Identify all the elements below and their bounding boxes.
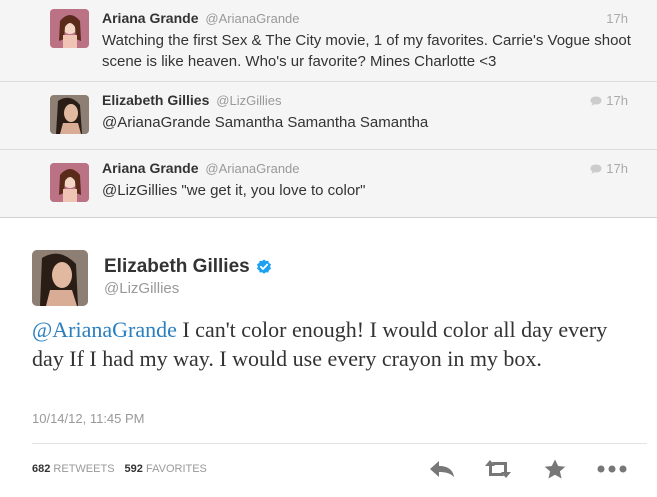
reply-tweet[interactable]: Ariana Grande @ArianaGrande 17h @LizGill…	[0, 150, 657, 218]
tweet-stats: 682 RETWEETS 592 FAVORITES	[32, 463, 207, 475]
author-handle[interactable]: @ArianaGrande	[205, 161, 299, 176]
retweets-label: RETWEETS	[53, 463, 115, 475]
favorites-count: 592	[124, 463, 143, 475]
time-label: 17h	[606, 11, 628, 26]
main-tweet: Elizabeth Gillies @LizGillies @ArianaGra…	[0, 218, 657, 497]
reply-icon	[430, 461, 454, 477]
favorite-button[interactable]	[542, 456, 568, 482]
author-handle[interactable]: @LizGillies	[104, 280, 179, 297]
author-handle[interactable]: @LizGillies	[216, 93, 281, 108]
avatar[interactable]	[50, 163, 89, 202]
speech-bubble-icon	[590, 164, 602, 174]
author-name[interactable]: Elizabeth Gillies	[104, 256, 250, 278]
retweet-button[interactable]	[481, 456, 515, 482]
author-name-row: Elizabeth Gillies	[104, 256, 272, 278]
divider	[32, 443, 647, 444]
star-icon	[544, 459, 566, 478]
avatar[interactable]	[50, 9, 89, 48]
time-label: 17h	[606, 161, 628, 176]
author-name[interactable]: Ariana Grande	[102, 160, 198, 176]
retweets-count: 682	[32, 463, 51, 475]
retweet-icon	[485, 460, 511, 478]
time-label: 17h	[606, 93, 628, 108]
reply-button[interactable]	[427, 456, 457, 482]
avatar[interactable]	[32, 250, 88, 306]
tweet-date[interactable]: 10/14/12, 11:45 PM	[32, 411, 145, 426]
tweet-text: @ArianaGrande Samantha Samantha Samantha	[102, 114, 429, 131]
reply-tweet[interactable]: Elizabeth Gillies @LizGillies 17h @Arian…	[0, 82, 657, 150]
author-handle[interactable]: @ArianaGrande	[205, 11, 299, 26]
conversation-replies: Ariana Grande @ArianaGrande 17h Watching…	[0, 0, 657, 218]
timestamp[interactable]: 17h	[606, 11, 628, 26]
reply-header: Elizabeth Gillies @LizGillies	[102, 92, 281, 108]
reply-header: Ariana Grande @ArianaGrande	[102, 160, 300, 176]
mention-link[interactable]: @ArianaGrande	[32, 317, 177, 342]
favorites-stat[interactable]: 592 FAVORITES	[125, 463, 207, 475]
avatar[interactable]	[50, 95, 89, 134]
speech-bubble-icon	[590, 96, 602, 106]
retweets-stat[interactable]: 682 RETWEETS	[32, 463, 115, 475]
verified-badge-icon	[256, 259, 271, 274]
main-tweet-text: @ArianaGrande I can't color enough! I wo…	[32, 315, 632, 373]
author-name[interactable]: Ariana Grande	[102, 10, 198, 26]
author-name[interactable]: Elizabeth Gillies	[102, 92, 209, 108]
favorites-label: FAVORITES	[145, 463, 207, 475]
more-icon	[597, 465, 627, 473]
reply-tweet[interactable]: Ariana Grande @ArianaGrande 17h Watching…	[0, 0, 657, 82]
timestamp[interactable]: 17h	[590, 93, 628, 108]
tweet-text: @LizGillies "we get it, you love to colo…	[102, 182, 366, 199]
more-button[interactable]	[595, 456, 629, 482]
tweet-text: Watching the first Sex & The City movie,…	[102, 32, 631, 70]
timestamp[interactable]: 17h	[590, 161, 628, 176]
reply-header: Ariana Grande @ArianaGrande	[102, 10, 300, 26]
